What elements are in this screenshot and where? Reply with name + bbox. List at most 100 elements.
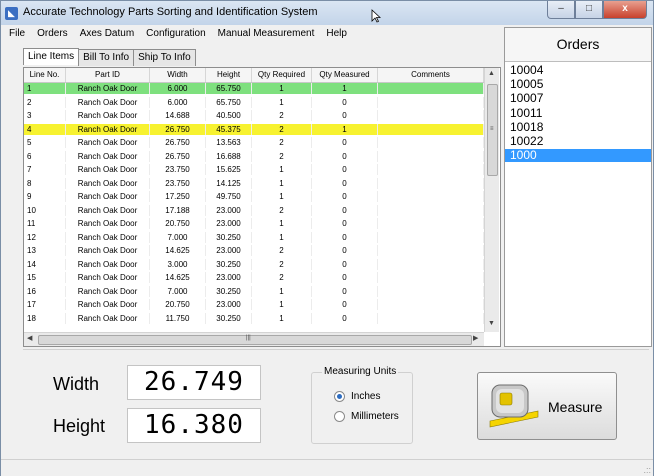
table-row[interactable]: 16 Ranch Oak Door 7.000 30.250 1 0 <box>24 285 484 297</box>
radio-label: Inches <box>351 391 381 402</box>
column-header[interactable]: Width <box>150 68 206 82</box>
cell-req: 2 <box>252 204 312 216</box>
table-row[interactable]: 18 Ranch Oak Door 11.750 30.250 1 0 <box>24 312 484 324</box>
column-header[interactable]: Line No. <box>24 68 66 82</box>
menu-axes-datum[interactable]: Axes Datum <box>80 28 134 44</box>
table-row[interactable]: 9 Ranch Oak Door 17.250 49.750 1 0 <box>24 191 484 202</box>
menu-orders[interactable]: Orders <box>37 28 68 44</box>
cell-part: Ranch Oak Door <box>66 83 150 94</box>
radio-button-icon[interactable] <box>334 391 345 402</box>
cell-comment <box>378 150 484 162</box>
measuring-units-group: Measuring Units Inches Millimeters <box>311 366 413 444</box>
table-row[interactable]: 5 Ranch Oak Door 26.750 13.563 2 0 <box>24 137 484 148</box>
cell-req: 1 <box>252 285 312 297</box>
radio-button-icon[interactable] <box>334 411 345 422</box>
cell-meas: 0 <box>312 299 378 310</box>
table-row[interactable]: 15 Ranch Oak Door 14.625 23.000 2 0 <box>24 272 484 283</box>
cell-comment <box>378 272 484 283</box>
cell-height: 30.250 <box>206 231 252 243</box>
scroll-up-icon[interactable]: ▲ <box>488 70 495 77</box>
measure-label: Measure <box>548 399 603 415</box>
cell-height: 65.750 <box>206 96 252 108</box>
column-header[interactable]: Qty Required <box>252 68 312 82</box>
line-items-grid[interactable]: Line No. Part ID Width Height Qty Required Qt… <box>23 67 501 347</box>
scroll-down-icon[interactable]: ▼ <box>488 320 495 327</box>
table-row[interactable]: 12 Ranch Oak Door 7.000 30.250 1 0 <box>24 231 484 243</box>
cell-width: 14.625 <box>150 245 206 256</box>
cell-comment <box>378 83 484 94</box>
column-header[interactable]: Part ID <box>66 68 150 82</box>
radio-millimeters[interactable]: Millimeters <box>334 411 399 422</box>
cell-part: Ranch Oak Door <box>66 258 150 270</box>
cell-height: 23.000 <box>206 245 252 256</box>
tab-bill-to-info[interactable]: Bill To Info <box>78 49 135 66</box>
cell-part: Ranch Oak Door <box>66 218 150 229</box>
cell-comment <box>378 204 484 216</box>
menu-bar: File Orders Axes Datum Configuration Manual … <box>9 28 359 44</box>
orders-panel: Orders 10004 10005 10007 10011 10018 10022 100… <box>504 27 652 347</box>
cell-part: Ranch Oak Door <box>66 245 150 256</box>
maximize-button[interactable]: □ <box>575 1 603 19</box>
close-button[interactable]: x <box>603 1 647 19</box>
cell-line: 10 <box>24 204 66 216</box>
menu-file[interactable]: File <box>9 28 25 44</box>
orders-list[interactable]: 10004 10005 10007 10011 10018 10022 1000 <box>505 61 651 346</box>
cell-height: 23.000 <box>206 204 252 216</box>
horizontal-scroll-thumb[interactable] <box>38 335 472 345</box>
order-list-item[interactable]: 10004 <box>510 64 651 77</box>
cell-line: 15 <box>24 272 66 283</box>
orders-title: Orders <box>556 36 600 52</box>
measure-button[interactable]: Measure <box>477 372 617 440</box>
column-header[interactable]: Qty Measured <box>312 68 378 82</box>
menu-manual-measurement[interactable]: Manual Measurement <box>218 28 315 44</box>
scroll-right-icon[interactable]: ▶ <box>473 334 478 342</box>
cell-height: 16.688 <box>206 150 252 162</box>
menu-help[interactable]: Help <box>326 28 347 44</box>
table-row[interactable]: 17 Ranch Oak Door 20.750 23.000 1 0 <box>24 299 484 310</box>
cell-line: 17 <box>24 299 66 310</box>
order-list-item[interactable]: 10018 <box>510 120 651 134</box>
table-row[interactable]: 6 Ranch Oak Door 26.750 16.688 2 0 <box>24 150 484 162</box>
cell-part: Ranch Oak Door <box>66 96 150 108</box>
cell-comment <box>378 110 484 121</box>
order-list-item[interactable]: 10007 <box>510 92 651 105</box>
scroll-left-icon[interactable]: ◀ <box>27 334 32 342</box>
horizontal-scrollbar[interactable]: ◀ ||| ▶ <box>24 332 484 346</box>
order-list-item[interactable]: 10011 <box>510 106 651 120</box>
height-label: Height <box>53 416 106 436</box>
tab-line-items[interactable]: Line Items <box>23 48 80 65</box>
resize-grip-icon[interactable]: .:: <box>643 465 651 475</box>
table-row[interactable]: 14 Ranch Oak Door 3.000 30.250 2 0 <box>24 258 484 270</box>
cell-part: Ranch Oak Door <box>66 137 150 148</box>
measuring-units-title: Measuring Units <box>322 366 399 377</box>
cell-part: Ranch Oak Door <box>66 110 150 121</box>
cell-height: 49.750 <box>206 191 252 202</box>
table-row[interactable]: 8 Ranch Oak Door 23.750 14.125 1 0 <box>24 177 484 189</box>
table-row[interactable]: 4 Ranch Oak Door 26.750 45.375 2 1 <box>24 123 484 135</box>
cell-width: 20.750 <box>150 299 206 310</box>
table-row[interactable]: 2 Ranch Oak Door 6.000 65.750 1 0 <box>24 96 484 108</box>
table-row[interactable]: 11 Ranch Oak Door 20.750 23.000 1 0 <box>24 218 484 229</box>
column-header[interactable]: Height <box>206 68 252 82</box>
column-header[interactable]: Comments <box>378 68 484 82</box>
cell-line: 16 <box>24 285 66 297</box>
minimize-button[interactable]: – <box>547 1 575 19</box>
radio-inches[interactable]: Inches <box>334 391 380 402</box>
cell-width: 14.688 <box>150 110 206 121</box>
tab-ship-to-info[interactable]: Ship To Info <box>133 49 196 66</box>
app-logo-icon: ◣ <box>5 7 18 20</box>
table-row[interactable]: 13 Ranch Oak Door 14.625 23.000 2 0 <box>24 245 484 256</box>
table-row[interactable]: 3 Ranch Oak Door 14.688 40.500 2 0 <box>24 110 484 121</box>
cell-meas: 1 <box>312 123 378 135</box>
vertical-scrollbar[interactable]: ▲ ≡ ▼ <box>484 68 499 332</box>
table-row[interactable]: 10 Ranch Oak Door 17.188 23.000 2 0 <box>24 204 484 216</box>
menu-configuration[interactable]: Configuration <box>146 28 205 44</box>
table-row[interactable]: 1 Ranch Oak Door 6.000 65.750 1 1 <box>24 83 484 94</box>
order-list-item[interactable]: 10022 <box>510 135 651 148</box>
cell-height: 30.250 <box>206 258 252 270</box>
cell-width: 6.000 <box>150 96 206 108</box>
order-list-item[interactable]: 10005 <box>510 78 651 91</box>
table-row[interactable]: 7 Ranch Oak Door 23.750 15.625 1 0 <box>24 164 484 175</box>
order-list-item[interactable]: 1000 <box>505 149 651 163</box>
cell-part: Ranch Oak Door <box>66 123 150 135</box>
